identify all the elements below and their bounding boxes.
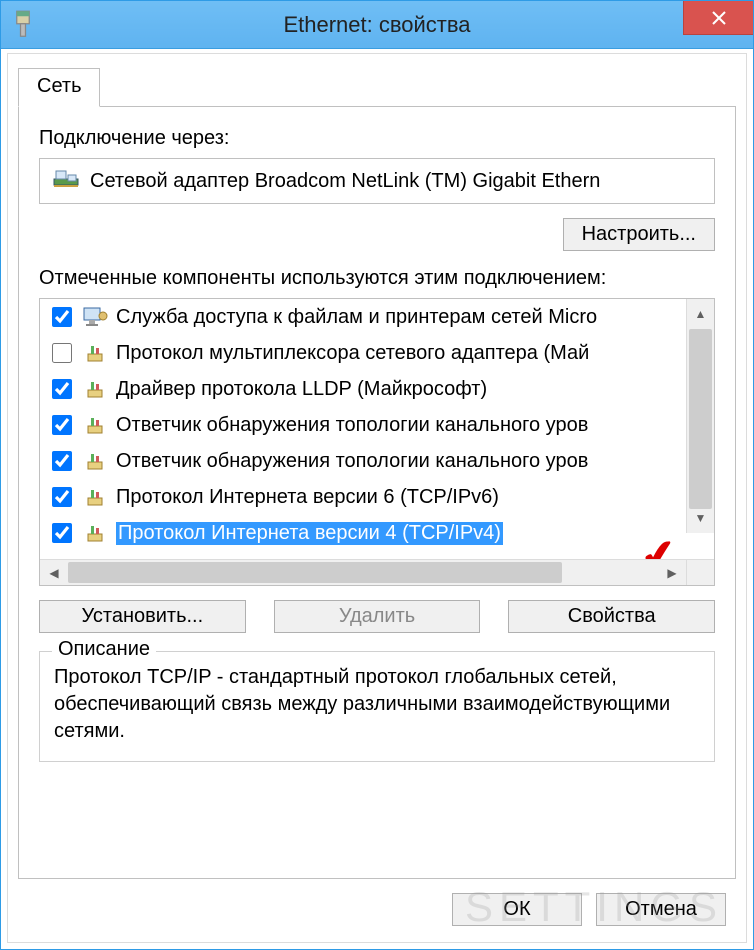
component-label: Ответчик обнаружения топологии канальног… [116,450,588,473]
list-item[interactable]: Драйвер протокола LLDP (Майкрософт) [40,371,686,407]
client-area: Сеть Подключение через: Сетевой адаптер … [1,49,753,949]
scroll-up-icon[interactable]: ▲ [687,299,714,329]
configure-button[interactable]: Настроить... [563,218,715,251]
scroll-left-icon[interactable]: ◀ [40,560,68,585]
adapter-display[interactable]: Сетевой адаптер Broadcom NetLink (TM) Gi… [39,158,715,204]
list-item[interactable]: Протокол Интернета версии 4 (TCP/IPv4) [40,515,686,551]
component-checkbox[interactable] [52,307,72,327]
list-item[interactable]: Ответчик обнаружения топологии канальног… [40,443,686,479]
dialog-body: Сеть Подключение через: Сетевой адаптер … [7,53,747,943]
ethernet-icon [13,11,33,39]
protocol-icon [82,414,108,436]
component-label: Служба доступа к файлам и принтерам сете… [116,306,597,329]
install-button[interactable]: Установить... [39,600,246,633]
list-item[interactable]: Ответчик обнаружения топологии канальног… [40,407,686,443]
components-label: Отмеченные компоненты используются этим … [39,267,715,290]
close-button[interactable] [683,1,753,35]
description-text: Протокол TCP/IP - стандартный протокол г… [54,664,700,745]
adapter-name: Сетевой адаптер Broadcom NetLink (TM) Gi… [90,170,600,193]
horizontal-scroll-thumb[interactable] [68,562,562,583]
protocol-icon [82,342,108,364]
component-checkbox[interactable] [52,451,72,471]
component-label: Протокол Интернета версии 6 (TCP/IPv6) [116,486,499,509]
component-checkbox[interactable] [52,415,72,435]
component-checkbox[interactable] [52,379,72,399]
protocol-icon [82,522,108,544]
component-label: Ответчик обнаружения топологии канальног… [116,414,588,437]
description-group: Описание Протокол TCP/IP - стандартный п… [39,651,715,762]
network-adapter-icon [52,169,80,193]
description-legend: Описание [52,638,156,661]
component-checkbox[interactable] [52,343,72,363]
component-label: Драйвер протокола LLDP (Майкрософт) [116,378,487,401]
ok-button[interactable]: ОК [452,893,582,926]
protocol-icon [82,486,108,508]
component-checkbox[interactable] [52,523,72,543]
protocol-icon [82,378,108,400]
tab-strip: Сеть [18,68,736,107]
cancel-button[interactable]: Отмена [596,893,726,926]
vertical-scroll-thumb[interactable] [689,329,712,509]
horizontal-scrollbar[interactable]: ◀ ▶ [40,559,714,585]
tab-network[interactable]: Сеть [18,68,100,107]
component-label: Протокол мультиплексора сетевого адаптер… [116,342,589,365]
scroll-down-icon[interactable]: ▼ [687,503,714,533]
connect-using-label: Подключение через: [39,127,715,150]
list-item[interactable]: Служба доступа к файлам и принтерам сете… [40,299,686,335]
uninstall-button: Удалить [274,600,481,633]
components-listbox: Служба доступа к файлам и принтерам сете… [39,298,715,586]
scroll-right-icon[interactable]: ▶ [658,560,686,585]
computer-icon [82,306,108,328]
scroll-corner [686,559,714,585]
component-label: Протокол Интернета версии 4 (TCP/IPv4) [116,522,503,545]
properties-button[interactable]: Свойства [508,600,715,633]
window-title: Ethernet: свойства [1,12,753,38]
tab-panel-network: Подключение через: Сетевой адаптер Broad… [18,106,736,879]
properties-dialog: Ethernet: свойства Сеть Подключение чере… [0,0,754,950]
list-item[interactable]: Протокол мультиплексора сетевого адаптер… [40,335,686,371]
vertical-scrollbar[interactable]: ▲ ▼ [686,299,714,533]
titlebar: Ethernet: свойства [1,1,753,49]
close-icon [712,11,726,25]
list-item[interactable]: Протокол Интернета версии 6 (TCP/IPv6) [40,479,686,515]
component-checkbox[interactable] [52,487,72,507]
protocol-icon [82,450,108,472]
